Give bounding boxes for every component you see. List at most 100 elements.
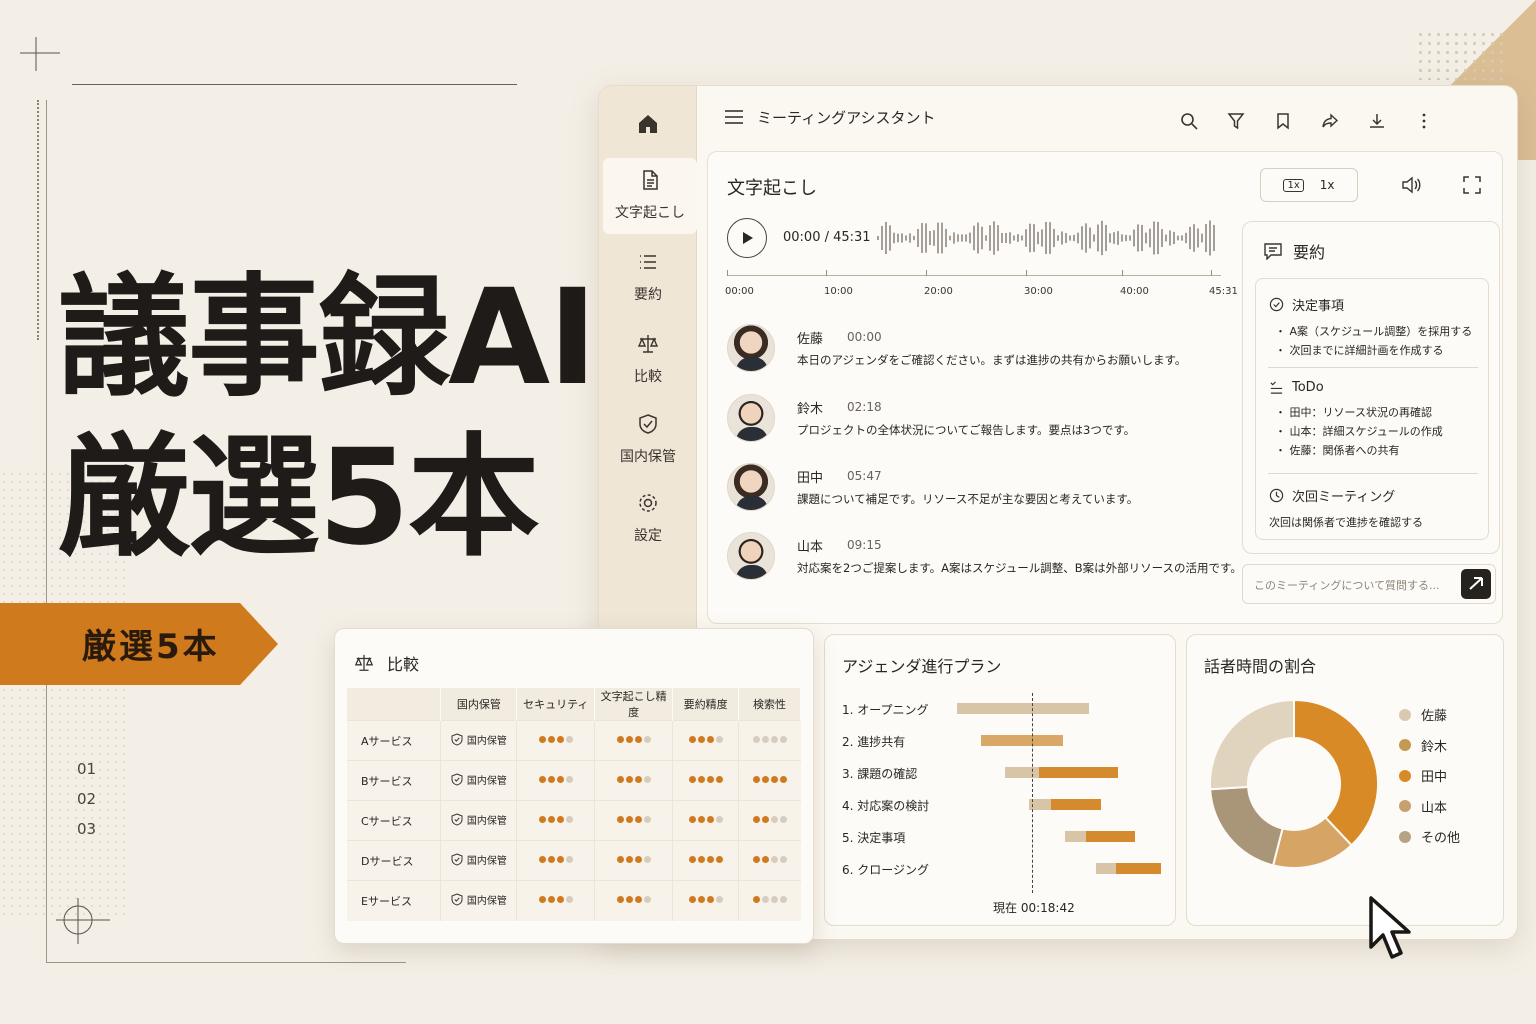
rating-dot [565, 896, 573, 904]
rating-dot [616, 856, 624, 863]
transcript-entry[interactable]: 佐藤 00:00 本日のアジェンダをご確認ください。まずは進捗の共有からお願いします… [727, 324, 1237, 380]
transcript-entry[interactable]: 山本 09:15 対応案を2つご提案します。A案はスケジュール調整、B案は外部リソー… [727, 532, 1242, 588]
storage-label: 国内保管 [466, 856, 507, 867]
legend-label: 佐藤 [1421, 709, 1448, 724]
menu-icon[interactable] [725, 110, 743, 124]
rating-dot [697, 896, 705, 904]
filter-icon[interactable] [1227, 112, 1245, 130]
shield-icon [639, 414, 657, 434]
rating-dot [547, 896, 555, 904]
storage-label: 国内保管 [466, 736, 507, 747]
volume-icon[interactable] [1401, 176, 1421, 194]
list-icon [640, 255, 656, 269]
ask-input[interactable]: このミーティングについて質問する... [1242, 564, 1496, 604]
legend-item: 鈴木 [1399, 736, 1447, 755]
sidebar-item-compare[interactable]: 比較 [599, 332, 697, 386]
rating-dot [556, 896, 564, 904]
agenda-bar [981, 735, 1063, 746]
rating-dot [538, 736, 546, 743]
fullscreen-icon[interactable] [1463, 176, 1481, 194]
next-meeting-heading: 次回ミーティング [1292, 490, 1396, 505]
donut-slice [1293, 698, 1379, 847]
rating-dot [547, 816, 555, 823]
transcript-entry[interactable]: 田中 05:47 課題について補足です。リソース不足が主な要因と考えています。 [727, 463, 1237, 519]
speaker-text: プロジェクトの全体状況についてご報告します。要点は3つです。 [797, 423, 1136, 437]
sidebar-item-label: 国内保管 [620, 449, 676, 465]
timeline-track[interactable] [727, 275, 1221, 276]
chat-icon [1264, 243, 1282, 260]
compare-row[interactable]: Bサービス 国内保管 [347, 760, 801, 801]
legend-dot [1399, 830, 1411, 843]
shield-icon [451, 893, 463, 906]
rating-dot [706, 816, 714, 823]
storage-label: 国内保管 [466, 896, 507, 908]
rating-cell [594, 840, 674, 881]
transcript-entry[interactable]: 鈴木 02:18 プロジェクトの全体状況についてご報告します。要点は3つです。 [727, 394, 1237, 450]
rating-dot [616, 776, 624, 783]
dot-pattern-decoration [1416, 30, 1506, 80]
next-meeting-text: 次回は関係者で進捗を確認する [1269, 516, 1423, 529]
rating-dot [643, 816, 651, 823]
audio-waveform[interactable] [876, 218, 1216, 258]
compare-row[interactable]: Aサービス 国内保管 [347, 720, 801, 761]
shield-icon [451, 773, 463, 786]
rating-cell [516, 800, 596, 841]
speaker-name: 山本 [797, 540, 824, 555]
rating-dot [715, 896, 723, 904]
sidebar-item-storage[interactable]: 国内保管 [599, 412, 697, 466]
compare-header: 比較 [353, 651, 419, 675]
now-marker [1032, 693, 1033, 893]
compare-row[interactable]: Dサービス 国内保管 [347, 840, 801, 881]
rating-dot [761, 736, 769, 743]
rating-dot [752, 856, 760, 863]
rating-dot [538, 856, 546, 863]
download-icon[interactable] [1368, 112, 1386, 130]
service-name: Aサービス [347, 720, 442, 761]
play-button[interactable] [727, 218, 767, 258]
decisions-heading: 決定事項 [1292, 299, 1345, 314]
crosshair-icon [20, 37, 60, 71]
legend-label: 山本 [1421, 800, 1448, 816]
timeline-label: 20:00 [924, 286, 953, 297]
rating-cell [738, 720, 801, 761]
legend-label: その他 [1421, 831, 1461, 846]
share-icon[interactable] [1321, 112, 1339, 130]
avatar [727, 324, 775, 372]
sidebar-item-summary[interactable]: 要約 [599, 250, 697, 304]
sidebar-item-transcript[interactable]: 文字起こし [603, 158, 697, 234]
timeline-tick [826, 270, 827, 276]
rating-dot [634, 896, 642, 904]
rating-cell [738, 760, 801, 801]
section-numbers: 01 02 03 [77, 754, 96, 844]
speaker-time: 02:18 [847, 400, 882, 414]
avatar [727, 463, 775, 511]
sidebar-item-home[interactable] [599, 112, 697, 146]
more-icon[interactable] [1415, 112, 1433, 130]
storage-label: 国内保管 [466, 816, 507, 827]
storage-cell: 国内保管 [440, 720, 518, 761]
rating-dot [715, 856, 723, 863]
send-button[interactable] [1461, 569, 1491, 599]
rating-dot [625, 856, 633, 863]
rating-dot [770, 896, 778, 904]
sidebar-item-settings[interactable]: 設定 [599, 491, 697, 545]
home-icon [639, 115, 657, 133]
rating-dot [643, 896, 651, 904]
avatar [727, 394, 775, 442]
rating-dot [643, 776, 651, 783]
legend-label: 鈴木 [1421, 739, 1448, 755]
rating-dot [779, 816, 787, 823]
timeline-label: 30:00 [1024, 286, 1053, 297]
playback-speed-control[interactable]: 1x 1x [1260, 168, 1358, 202]
speaker-text: 本日のアジェンダをご確認ください。まずは進捗の共有からお願いします。 [797, 353, 1187, 367]
speaker-name: 佐藤 [797, 332, 824, 347]
rating-dot [556, 816, 564, 823]
speaker-text: 課題について補足です。リソース不足が主な要因と考えています。 [797, 492, 1139, 506]
compare-row[interactable]: Cサービス 国内保管 [347, 800, 801, 841]
avatar-suit [736, 565, 768, 579]
send-icon [1469, 577, 1483, 590]
legend-dot [1399, 739, 1411, 751]
compare-row[interactable]: Eサービス 国内保管 [347, 880, 801, 921]
search-icon[interactable] [1180, 112, 1198, 130]
bookmark-icon[interactable] [1274, 112, 1292, 130]
